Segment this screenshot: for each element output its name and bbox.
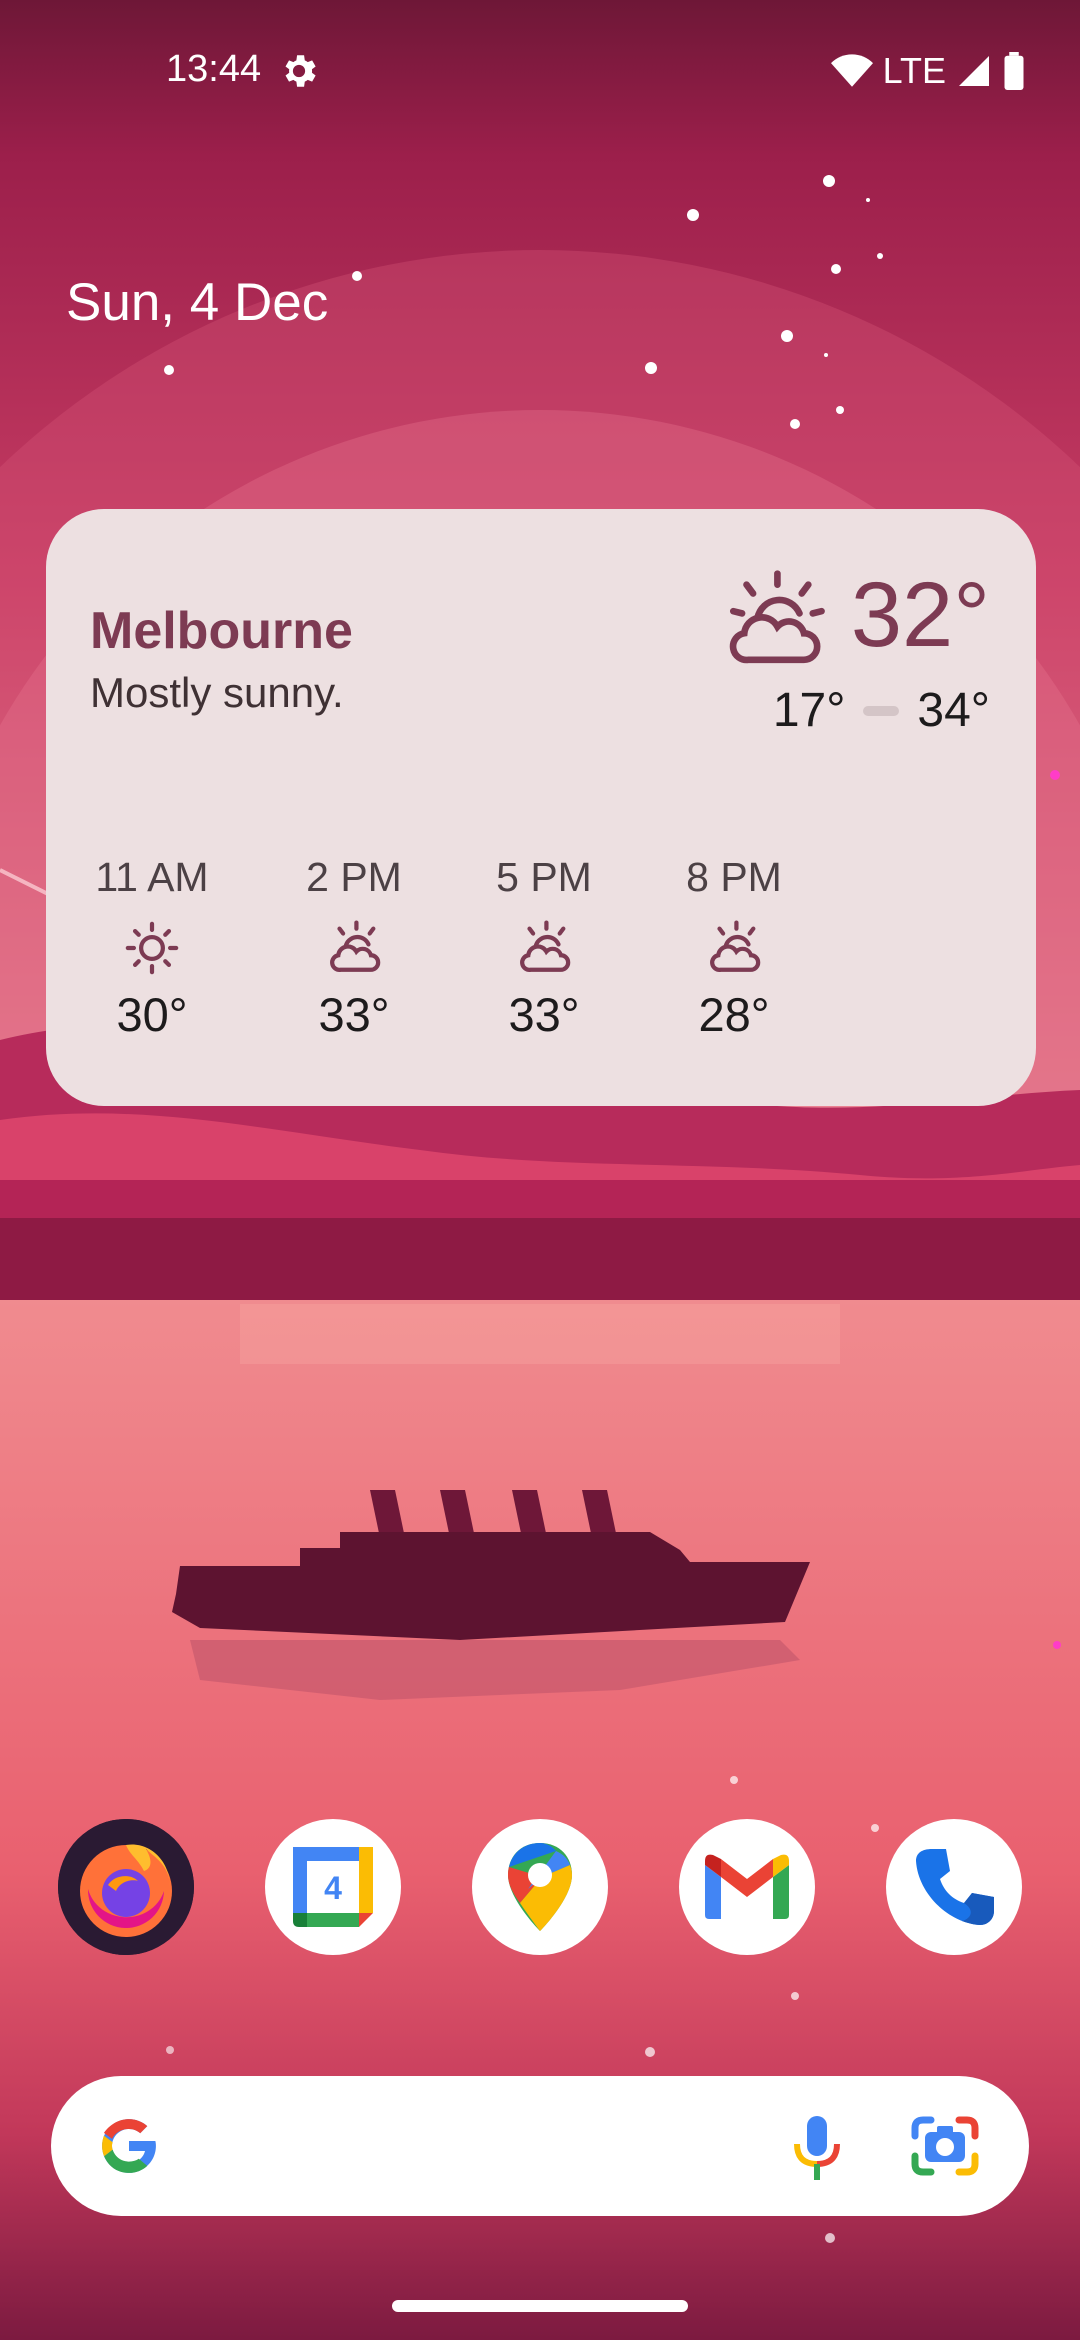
hourly-temperature: 33° — [508, 988, 580, 1041]
maps-icon — [508, 1843, 572, 1931]
status-icons: LTE — [830, 48, 1026, 94]
hourly-temperature: 28° — [698, 988, 770, 1041]
hourly-forecast-item: 11 AM 30° — [82, 854, 222, 1042]
partly-sunny-icon — [710, 920, 761, 972]
hourly-forecast-item: 2 PM 33° — [284, 854, 424, 1042]
dock-app-firefox[interactable] — [58, 1819, 194, 1955]
hourly-forecast-item: 8 PM 28° — [664, 854, 804, 1042]
date-widget[interactable]: Sun, 4 Dec — [66, 272, 328, 333]
wallpaper — [0, 0, 1080, 2340]
dock-app-maps[interactable] — [472, 1819, 608, 1955]
hourly-time: 11 AM — [95, 854, 209, 900]
gmail-icon — [705, 1854, 789, 1919]
status-bar: 13:44 LTE — [0, 0, 1080, 140]
gesture-nav-handle[interactable] — [392, 2300, 688, 2312]
partly-sunny-icon — [330, 920, 381, 972]
dock-app-phone[interactable] — [886, 1819, 1022, 1955]
temperature-range: 17° 34° — [773, 683, 990, 738]
low-temperature: 17° — [772, 684, 846, 737]
hourly-temperature: 30° — [116, 988, 188, 1041]
hourly-time: 8 PM — [686, 854, 782, 900]
phone-icon — [916, 1849, 994, 1925]
google-search-bar[interactable] — [51, 2076, 1029, 2216]
hourly-temperature: 33° — [318, 988, 390, 1041]
weather-widget[interactable]: Melbourne Mostly sunny. 32° 17° 34° 11 A… — [46, 509, 1036, 1106]
calendar-icon: 4 — [293, 1847, 373, 1927]
sun-icon — [125, 921, 179, 975]
firefox-icon — [58, 1819, 194, 1955]
range-divider — [863, 705, 900, 716]
high-temperature: 34° — [917, 684, 990, 737]
battery-icon — [1004, 52, 1024, 90]
weather-condition: Mostly sunny. — [90, 669, 344, 716]
hourly-time: 2 PM — [306, 854, 402, 900]
dock-app-calendar[interactable]: 4 — [265, 1819, 401, 1955]
hourly-forecast-item: 5 PM 33° — [474, 854, 614, 1042]
google-g-icon — [102, 2119, 157, 2173]
network-type-label: LTE — [882, 50, 946, 91]
status-time: 13:44 — [166, 48, 262, 90]
hourly-time: 5 PM — [496, 854, 592, 900]
calendar-day-number: 4 — [324, 1870, 342, 1906]
current-temperature: 32° — [850, 564, 990, 666]
microphone-icon[interactable] — [785, 2112, 849, 2184]
cell-signal-icon — [959, 56, 989, 86]
weather-city: Melbourne — [90, 602, 353, 660]
dock-app-gmail[interactable] — [679, 1819, 815, 1955]
wifi-icon — [830, 54, 873, 87]
partly-sunny-icon — [729, 570, 825, 664]
google-lens-icon[interactable] — [907, 2112, 983, 2180]
partly-sunny-icon — [520, 920, 571, 972]
settings-gear-icon — [285, 55, 316, 87]
